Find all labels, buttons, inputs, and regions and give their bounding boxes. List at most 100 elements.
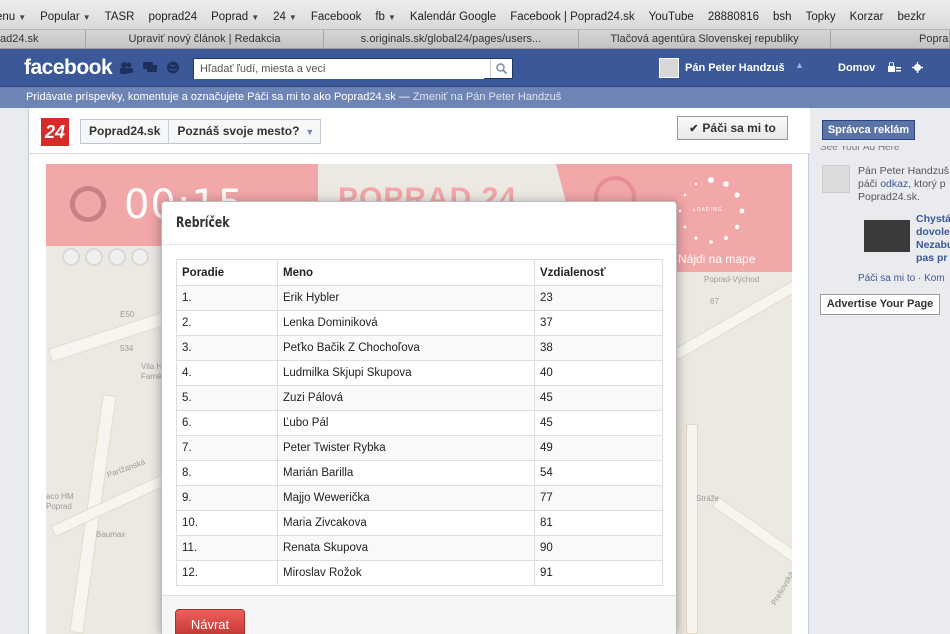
table-row: 5. Zuzi Pálová 45 — [176, 385, 663, 411]
friend-requests-icon[interactable] — [119, 61, 133, 74]
bookmark-item[interactable]: Topky — [806, 11, 836, 23]
cell-rank: 9. — [176, 485, 278, 511]
search-input[interactable] — [194, 59, 484, 79]
tab-poprad24[interactable]: ad24.sk — [0, 30, 86, 48]
map-label: 534 — [120, 344, 134, 353]
column-header-name: Meno — [277, 259, 535, 286]
modal-footer: Návrat — [162, 595, 676, 634]
chevron-up-icon: ▲ — [795, 60, 804, 70]
stopwatch-icon — [70, 186, 106, 222]
progress-dot — [108, 248, 126, 266]
cell-distance: 49 — [534, 435, 663, 461]
facebook-header: facebook Pán Peter Handzuš ▲ Domov — [0, 49, 950, 87]
like-label: Páči sa mi to — [702, 121, 776, 135]
ticker-story[interactable]: Pán Peter Handzuš páči odkaz, ktorý p Po… — [858, 165, 950, 204]
chevron-down-icon: ▼ — [251, 12, 260, 22]
advertise-page-button[interactable]: Advertise Your Page — [820, 294, 940, 315]
page-name[interactable]: Poprad24.sk — [81, 120, 170, 143]
map-label: 67 — [710, 297, 719, 306]
map-label: Parížanská — [105, 457, 147, 480]
bookmark-item[interactable]: fb ▼ — [375, 11, 396, 23]
cell-rank: 4. — [176, 360, 278, 386]
bookmark-item[interactable]: 24 ▼ — [273, 11, 297, 23]
cell-distance: 45 — [534, 410, 663, 436]
bookmark-item[interactable]: Korzar — [850, 11, 884, 23]
gear-icon[interactable] — [912, 62, 923, 73]
bookmark-item[interactable]: bezkr — [897, 11, 925, 23]
privacy-lock-icon[interactable] — [887, 62, 901, 73]
poprad24-logo[interactable]: 24 — [41, 118, 69, 146]
sponsored-heading: See Your Ad Here — [820, 146, 900, 153]
find-on-map-link[interactable]: Nájdi na mape — [678, 252, 755, 266]
story-title[interactable]: Chystá dovole Nezabu pas pr — [916, 213, 950, 265]
back-button[interactable]: Návrat — [175, 609, 245, 634]
cell-distance: 45 — [534, 385, 663, 411]
bookmark-item[interactable]: Facebook | Poprad24.sk — [510, 11, 634, 23]
facebook-logo[interactable]: facebook — [24, 56, 113, 80]
bookmark-item[interactable]: 28880816 — [708, 11, 759, 23]
chevron-down-icon: ▼ — [387, 12, 396, 22]
home-link[interactable]: Domov — [838, 62, 875, 74]
cell-rank: 10. — [176, 510, 278, 536]
cell-rank: 7. — [176, 435, 278, 461]
bookmark-item[interactable]: YouTube — [649, 11, 694, 23]
chevron-down-icon: ▼ — [82, 12, 91, 22]
story-actions[interactable]: Páči sa mi to · Kom — [858, 273, 945, 284]
table-row: 7. Peter Twister Rybka 49 — [176, 435, 663, 461]
search-button[interactable] — [490, 59, 512, 78]
bookmark-item[interactable]: poprad24 — [149, 11, 198, 23]
cell-distance: 37 — [534, 310, 663, 336]
cell-rank: 6. — [176, 410, 278, 436]
cell-distance: 23 — [534, 285, 663, 311]
avatar[interactable] — [822, 165, 850, 193]
switch-profile-link[interactable]: Zmeniť na Pán Peter Handzuš — [413, 91, 561, 103]
ads-manager-button[interactable]: Správca reklám — [822, 120, 915, 140]
map-label: aco HM — [46, 492, 74, 501]
map-label: Vila H — [141, 362, 163, 371]
modal-body[interactable]: Poradie Meno Vzdialenosť 1. Erik Hybler 23… — [162, 245, 676, 596]
bookmark-item[interactable]: Kalendár Google — [410, 11, 496, 23]
cell-name: Peťko Bačik Z Chochoľova — [277, 335, 535, 361]
messages-icon[interactable] — [143, 61, 157, 74]
tab-name[interactable]: Poznáš svoje mesto? ▼ — [169, 120, 320, 144]
tab-tasr[interactable]: Tlačová agentúra Slovenskej republiky — [579, 30, 831, 48]
tab-originals[interactable]: s.originals.sk/global24/pages/users... — [324, 30, 579, 48]
story-author: Pán Peter Handzuš — [858, 165, 950, 177]
story-thumbnail[interactable] — [864, 220, 910, 252]
search-icon — [496, 63, 507, 74]
notifications-globe-icon[interactable] — [166, 61, 180, 74]
table-header-row: Poradie Meno Vzdialenosť — [176, 259, 663, 286]
leaderboard-table: Poradie Meno Vzdialenosť 1. Erik Hybler 23… — [176, 259, 663, 586]
cell-name: Peter Twister Rybka — [277, 435, 535, 461]
tab-edit-article[interactable]: Upraviť nový článok | Redakcia — [86, 30, 324, 48]
profile-link[interactable]: Pán Peter Handzuš — [659, 58, 785, 78]
tab-popra[interactable]: Popra — [831, 30, 950, 48]
story-page: Poprad24.sk. — [858, 191, 920, 203]
bookmark-item[interactable]: Facebook — [311, 11, 362, 23]
cell-distance: 77 — [534, 485, 663, 511]
bookmark-item[interactable]: Popular ▼ — [40, 11, 91, 23]
bookmark-item[interactable]: bsh — [773, 11, 792, 23]
story-link[interactable]: odkaz — [880, 178, 908, 190]
cell-name: Renata Skupova — [277, 535, 535, 561]
like-page-button[interactable]: ✔ Páči sa mi to — [677, 116, 788, 140]
map-road — [711, 496, 792, 564]
column-header-distance: Vzdialenosť — [534, 259, 663, 286]
table-row: 4. Ludmilka Skjupi Skupova 40 — [176, 360, 663, 386]
bookmark-item[interactable]: enu▼ — [0, 11, 26, 23]
search-box — [193, 58, 513, 79]
table-row: 10. Maria Zivcakova 81 — [176, 510, 663, 536]
cell-name: Erik Hybler — [277, 285, 535, 311]
table-row: 8. Marián Barilla 54 — [176, 460, 663, 486]
map-label: Famé — [141, 372, 162, 381]
bookmark-item[interactable]: Poprad ▼ — [211, 11, 259, 23]
table-row: 12. Miroslav Rožok 91 — [176, 560, 663, 586]
chevron-down-icon: ▼ — [305, 126, 315, 137]
page-tab-selector[interactable]: Poprad24.sk Poznáš svoje mesto? ▼ — [80, 119, 322, 144]
modal-title: Rebríček — [176, 215, 230, 231]
table-row: 6. Ľubo Pál 45 — [176, 410, 663, 436]
progress-dot — [131, 248, 149, 266]
cell-distance: 54 — [534, 460, 663, 486]
cell-distance: 81 — [534, 510, 663, 536]
bookmark-item[interactable]: TASR — [105, 11, 135, 23]
